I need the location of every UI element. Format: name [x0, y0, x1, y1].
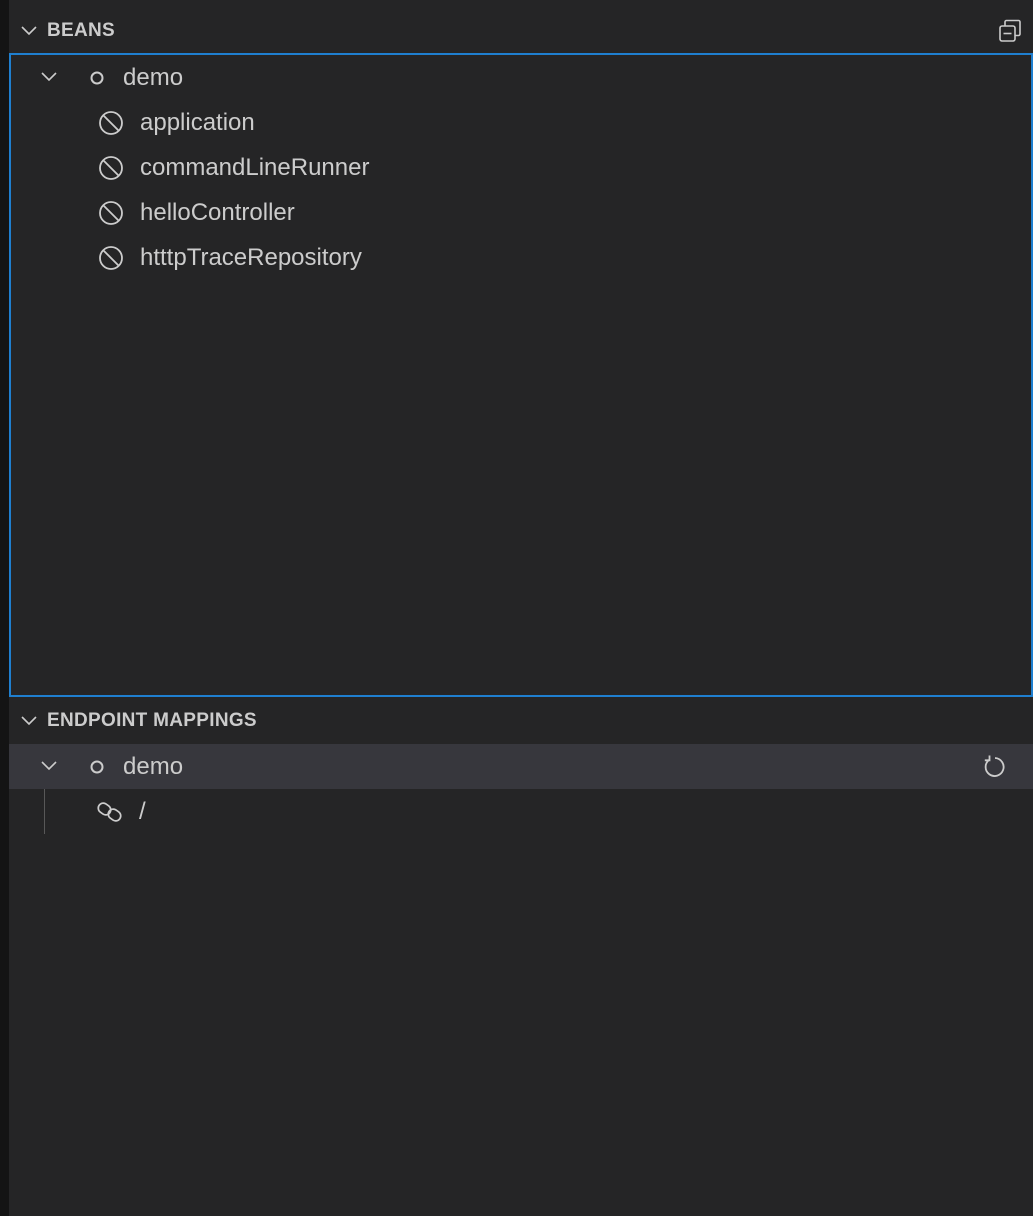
collapse-all-icon[interactable]	[997, 18, 1023, 44]
endpoint-mappings-view-header[interactable]: ENDPOINT MAPPINGS	[9, 698, 1033, 744]
bean-icon	[97, 199, 125, 227]
tree-item-demo[interactable]: demo	[11, 55, 1031, 100]
beans-tree: demo application commandLineRunner hello…	[9, 53, 1033, 697]
chevron-down-icon[interactable]	[19, 21, 39, 41]
activity-bar-edge	[0, 0, 9, 1216]
endpoint-item-label: /	[139, 798, 146, 825]
tree-item-label: demo	[123, 753, 184, 780]
bean-icon	[97, 154, 125, 182]
refresh-icon[interactable]	[981, 753, 1009, 781]
tree-item-demo[interactable]: demo	[9, 744, 1033, 789]
endpoint-mappings-view: ENDPOINT MAPPINGS demo /	[9, 698, 1033, 1216]
chevron-down-icon[interactable]	[39, 756, 59, 776]
bean-icon	[97, 244, 125, 272]
explorer-sidebar: BEANS demo application commandLineRunner…	[0, 0, 1033, 1216]
beans-view-header[interactable]: BEANS	[9, 9, 1033, 53]
beans-view-title: BEANS	[47, 20, 116, 41]
chevron-down-icon[interactable]	[39, 67, 59, 87]
link-icon	[95, 798, 125, 826]
endpoint-mappings-view-title: ENDPOINT MAPPINGS	[47, 710, 257, 731]
bean-item[interactable]: helloController	[11, 190, 1031, 235]
tree-item-label: demo	[123, 64, 184, 91]
bean-item-label: helloController	[140, 199, 295, 226]
indent-guide	[44, 789, 45, 834]
bean-item-label: commandLineRunner	[140, 154, 370, 181]
bean-item[interactable]: htttpTraceRepository	[11, 235, 1031, 280]
circle-outline-icon	[88, 758, 106, 776]
bean-item-label: htttpTraceRepository	[140, 244, 362, 271]
bean-item[interactable]: application	[11, 100, 1031, 145]
circle-outline-icon	[88, 69, 106, 87]
bean-item[interactable]: commandLineRunner	[11, 145, 1031, 190]
endpoint-item[interactable]: /	[9, 789, 1033, 834]
bean-icon	[97, 109, 125, 137]
beans-view: BEANS demo application commandLineRunner…	[9, 9, 1033, 697]
chevron-down-icon[interactable]	[19, 711, 39, 731]
endpoint-mappings-tree: demo /	[9, 744, 1033, 834]
bean-item-label: application	[140, 109, 255, 136]
